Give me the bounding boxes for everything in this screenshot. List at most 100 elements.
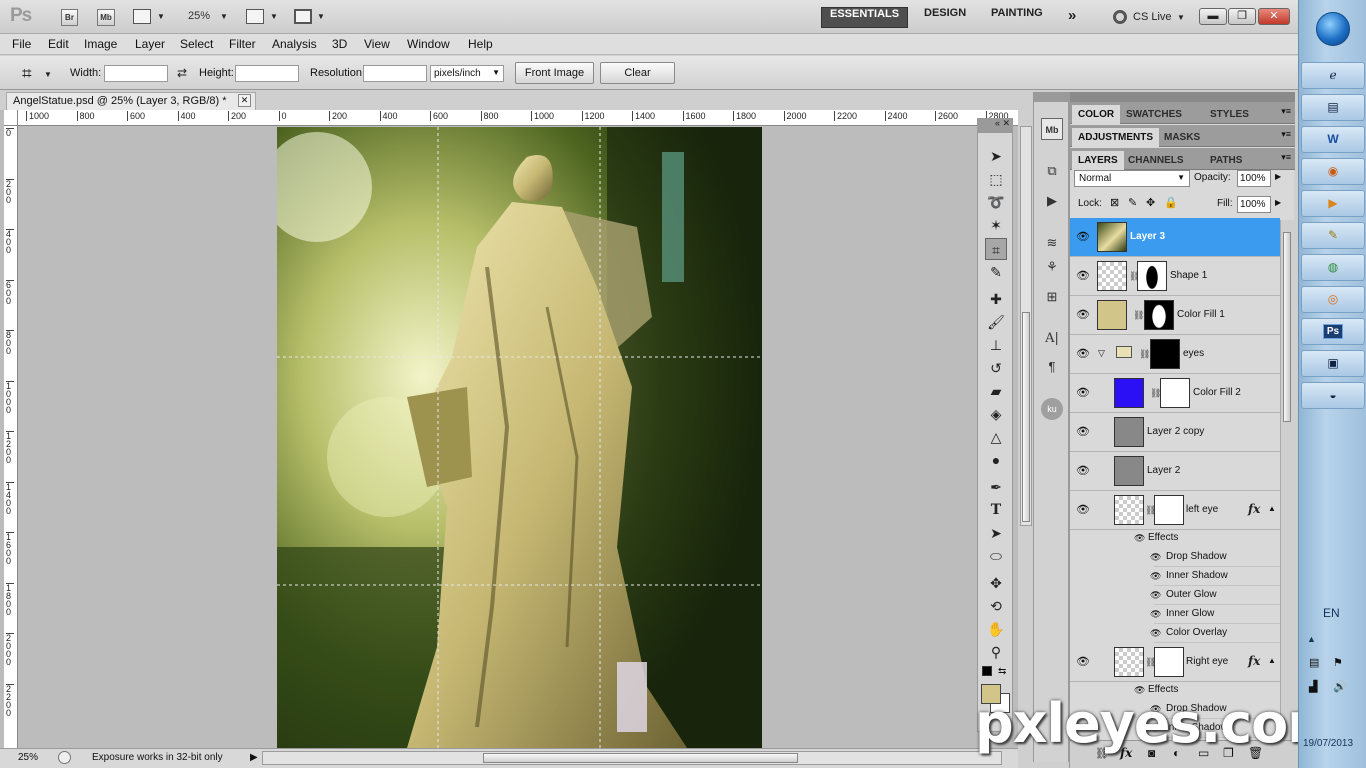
bridge-button[interactable]: Br bbox=[61, 9, 78, 26]
clear-button[interactable]: Clear bbox=[600, 62, 675, 84]
eye-icon[interactable]: 👁 bbox=[1076, 347, 1090, 361]
fill-field[interactable]: 100% bbox=[1237, 196, 1271, 213]
eye-icon[interactable]: 👁 bbox=[1076, 503, 1090, 517]
fill-slider-arrow-icon[interactable]: ▶ bbox=[1275, 198, 1281, 207]
layer-row[interactable]: 👁 ⛓ left eye fx ▲ bbox=[1070, 491, 1280, 530]
menu-filter[interactable]: Filter bbox=[229, 37, 256, 51]
resolution-units-select[interactable]: pixels/inch ▼ bbox=[430, 65, 504, 82]
chevron-down-icon[interactable]: ▼ bbox=[270, 12, 278, 21]
paragraph-icon[interactable]: ¶ bbox=[1041, 356, 1063, 378]
marquee-tool-icon[interactable]: ⬚ bbox=[985, 168, 1007, 190]
mini-bridge-button[interactable]: Mb bbox=[97, 9, 115, 26]
scrollbar-thumb[interactable] bbox=[1022, 312, 1030, 522]
more-workspaces-icon[interactable]: » bbox=[1060, 7, 1084, 28]
media-icon[interactable]: ▶ bbox=[1301, 190, 1365, 217]
panel-menu-icon[interactable]: ▾≡ bbox=[1281, 152, 1291, 163]
menu-select[interactable]: Select bbox=[180, 37, 213, 51]
effect-row[interactable]: 👁 Outer Glow bbox=[1150, 586, 1280, 605]
character-icon[interactable]: A| bbox=[1041, 328, 1063, 350]
volume-icon[interactable]: 🔊 bbox=[1333, 680, 1347, 693]
history-brush-tool-icon[interactable]: ↺ bbox=[985, 357, 1007, 379]
status-menu-arrow-icon[interactable]: ▶ bbox=[250, 752, 258, 763]
workspace-design[interactable]: DESIGN bbox=[916, 7, 974, 28]
horizontal-scrollbar[interactable] bbox=[262, 751, 1002, 765]
workspace-painting[interactable]: PAINTING bbox=[983, 7, 1051, 28]
clone-stamp-tool-icon[interactable]: ⊥ bbox=[985, 334, 1007, 356]
menu-window[interactable]: Window bbox=[407, 37, 450, 51]
chevron-down-icon[interactable]: ▼ bbox=[317, 12, 325, 21]
blend-mode-select[interactable]: Normal ▼ bbox=[1074, 170, 1190, 187]
vertical-scrollbar[interactable] bbox=[1020, 126, 1032, 526]
opacity-field[interactable]: 100% bbox=[1237, 170, 1271, 187]
tool-icon[interactable]: ✎ bbox=[1301, 222, 1365, 249]
horizontal-ruler[interactable]: 1000 800 600 400 200 0 200 400 600 800 1000 1200 140… bbox=[18, 110, 1018, 126]
hand-tool-icon[interactable]: ✋ bbox=[985, 618, 1007, 640]
clone-source-icon[interactable]: ⚘ bbox=[1041, 256, 1063, 278]
language-indicator[interactable]: EN bbox=[1323, 606, 1340, 620]
dodge-tool-icon[interactable]: ● bbox=[985, 449, 1007, 471]
panel-menu-icon[interactable]: ▾≡ bbox=[1281, 129, 1291, 140]
panel-dock-header[interactable] bbox=[1070, 92, 1295, 102]
layer-row[interactable]: 👁 ⛓ Color Fill 2 bbox=[1070, 374, 1280, 413]
layers-scrollbar[interactable] bbox=[1280, 220, 1294, 760]
chevron-down-icon[interactable]: ▽ bbox=[1098, 348, 1105, 359]
chevron-down-icon[interactable]: ▼ bbox=[1177, 13, 1185, 22]
eye-icon[interactable]: 👁 bbox=[1076, 230, 1090, 244]
chevron-down-icon[interactable]: ▼ bbox=[44, 70, 52, 79]
effect-row[interactable]: 👁 Drop Shadow bbox=[1150, 548, 1280, 567]
chevron-down-icon[interactable]: ▼ bbox=[157, 12, 165, 21]
layer-effects-icon[interactable]: fx bbox=[1248, 502, 1260, 516]
layer-row[interactable]: 👁 ⛓ Color Fill 1 bbox=[1070, 296, 1280, 335]
icon-strip-header[interactable] bbox=[1034, 92, 1068, 102]
kuler-icon[interactable]: ku bbox=[1041, 398, 1063, 420]
action-center-icon[interactable]: ▤ bbox=[1309, 656, 1319, 669]
menu-view[interactable]: View bbox=[364, 37, 390, 51]
tab-masks[interactable]: MASKS bbox=[1158, 128, 1206, 147]
network-icon[interactable]: ▟ bbox=[1309, 680, 1317, 693]
effects-row[interactable]: 👁 Effects bbox=[1130, 529, 1280, 548]
show-hidden-icons-icon[interactable]: ▲ bbox=[1307, 634, 1316, 644]
collapse-effects-icon[interactable]: ▲ bbox=[1268, 656, 1276, 665]
scrollbar-thumb[interactable] bbox=[483, 753, 798, 763]
chevron-down-icon[interactable]: ▼ bbox=[220, 12, 228, 21]
effect-row[interactable]: 👁 Inner Glow bbox=[1150, 605, 1280, 624]
tab-swatches[interactable]: SWATCHES bbox=[1120, 105, 1188, 124]
eye-icon[interactable]: 👁 bbox=[1150, 628, 1161, 639]
lock-all-icon[interactable]: 🔒 bbox=[1164, 196, 1178, 209]
eye-icon[interactable]: 👁 bbox=[1150, 571, 1161, 582]
eye-icon[interactable]: 👁 bbox=[1076, 425, 1090, 439]
tab-color[interactable]: COLOR bbox=[1072, 105, 1121, 124]
tab-layers[interactable]: LAYERS bbox=[1072, 151, 1124, 170]
height-field[interactable] bbox=[235, 65, 299, 82]
lasso-tool-icon[interactable]: ➰ bbox=[985, 191, 1007, 213]
minimize-button[interactable]: ▬ bbox=[1199, 8, 1227, 25]
folder-icon[interactable]: ▤ bbox=[1301, 94, 1365, 121]
document-canvas[interactable] bbox=[277, 127, 762, 748]
layer-group-row[interactable]: 👁 ▽ ⛓ eyes bbox=[1070, 335, 1280, 374]
blur-tool-icon[interactable]: △ bbox=[985, 426, 1007, 448]
flag-icon[interactable]: ⚑ bbox=[1333, 656, 1343, 669]
paint-bucket-tool-icon[interactable]: ◈ bbox=[985, 403, 1007, 425]
pen-tool-icon[interactable]: ✒ bbox=[985, 476, 1007, 498]
tool-presets-icon[interactable]: ⊞ bbox=[1041, 286, 1063, 308]
layer-row[interactable]: 👁 Layer 2 copy bbox=[1070, 413, 1280, 452]
ellipse-tool-icon[interactable]: ⬭ bbox=[985, 545, 1007, 567]
effect-row[interactable]: 👁 Color Overlay bbox=[1150, 624, 1280, 643]
panel-menu-icon[interactable]: ▾≡ bbox=[1281, 106, 1291, 117]
eye-icon[interactable]: 👁 bbox=[1076, 655, 1090, 669]
collapse-effects-icon[interactable]: ▲ bbox=[1268, 504, 1276, 513]
tools-header[interactable]: « ✕ bbox=[977, 118, 1013, 132]
menu-image[interactable]: Image bbox=[84, 37, 117, 51]
effect-row[interactable]: 👁 Inner Shadow bbox=[1150, 567, 1280, 586]
crop-tool-icon[interactable]: ⌗ bbox=[22, 64, 32, 84]
status-info-icon[interactable] bbox=[58, 751, 71, 764]
vertical-ruler[interactable]: 0 200 400 600 800 1000 1200 1400 1600 1800 2000 220… bbox=[4, 126, 18, 748]
path-selection-tool-icon[interactable]: ➤ bbox=[985, 522, 1007, 544]
paint-icon[interactable]: ◒ bbox=[1301, 382, 1365, 409]
arrange-documents-icon[interactable] bbox=[246, 9, 264, 24]
3d-rotate-tool-icon[interactable]: ✥ bbox=[985, 572, 1007, 594]
workspace-essentials[interactable]: ESSENTIALS bbox=[821, 7, 909, 28]
eye-icon[interactable]: 👁 bbox=[1150, 552, 1161, 563]
tab-paths[interactable]: PATHS bbox=[1204, 151, 1248, 170]
default-colors-icon[interactable] bbox=[982, 666, 992, 676]
